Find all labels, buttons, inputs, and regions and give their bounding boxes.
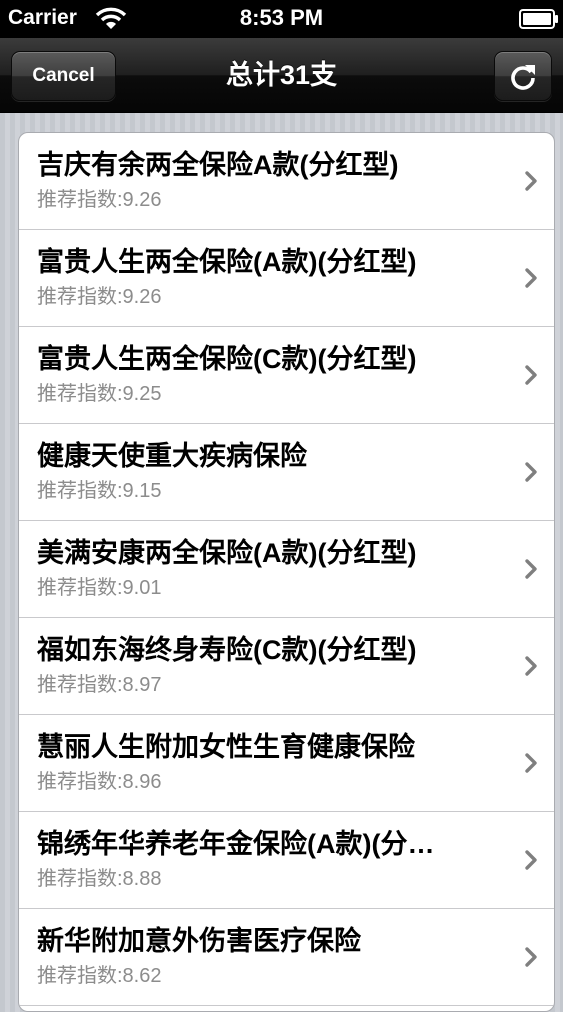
recommendation-index: 推荐指数:8.62 [37, 965, 162, 987]
list-item[interactable]: 新华附加意外伤害医疗保险 推荐指数:8.62 [19, 909, 554, 1006]
insurance-product-list: 吉庆有余两全保险A款(分红型) 推荐指数:9.26 富贵人生两全保险(A款)(分… [18, 132, 555, 1012]
chevron-right-icon [525, 171, 537, 191]
chevron-right-icon [525, 656, 537, 676]
chevron-right-icon [525, 365, 537, 385]
cancel-button[interactable]: Cancel [11, 51, 116, 101]
recommendation-index: 推荐指数:8.97 [37, 674, 162, 696]
list-item[interactable]: 吉庆有余两全保险A款(分红型) 推荐指数:9.26 [19, 133, 554, 230]
chevron-right-icon [525, 947, 537, 967]
chevron-right-icon [525, 268, 537, 288]
chevron-right-icon [525, 753, 537, 773]
battery-icon [519, 9, 559, 29]
list-item[interactable]: 锦绣年华养老年金保险(A款)(分… 推荐指数:8.88 [19, 812, 554, 909]
product-name: 美满安康两全保险(A款)(分红型) [37, 538, 417, 568]
product-name: 新华附加意外伤害医疗保险 [37, 926, 361, 956]
navigation-bar: Cancel 总计31支 [0, 38, 563, 113]
page-title: 总计31支 [225, 60, 338, 90]
product-name: 锦绣年华养老年金保险(A款)(分… [37, 829, 435, 859]
chevron-right-icon [525, 559, 537, 579]
product-name: 吉庆有余两全保险A款(分红型) [37, 150, 399, 180]
list-item[interactable]: 健康天使重大疾病保险 推荐指数:9.15 [19, 424, 554, 521]
recommendation-index: 推荐指数:9.01 [37, 577, 162, 599]
product-name: 福如东海终身寿险(C款)(分红型) [37, 635, 417, 665]
recommendation-index: 推荐指数:8.88 [37, 868, 162, 890]
list-item[interactable]: 美满安康两全保险(A款)(分红型) 推荐指数:9.01 [19, 521, 554, 618]
recommendation-index: 推荐指数:9.26 [37, 189, 162, 211]
refresh-icon [511, 65, 535, 90]
status-bar: Carrier 8:53 PM [0, 0, 563, 38]
list-item[interactable]: 慧丽人生附加女性生育健康保险 推荐指数:8.96 [19, 715, 554, 812]
recommendation-index: 推荐指数:8.96 [37, 771, 162, 793]
list-item[interactable]: 富贵人生两全保险(C款)(分红型) 推荐指数:9.25 [19, 327, 554, 424]
list-item[interactable]: 福如东海终身寿险(C款)(分红型) 推荐指数:8.97 [19, 618, 554, 715]
list-item[interactable]: 富贵人生两全保险(A款)(分红型) 推荐指数:9.26 [19, 230, 554, 327]
chevron-right-icon [525, 462, 537, 482]
recommendation-index: 推荐指数:9.25 [37, 383, 162, 405]
refresh-button[interactable] [494, 51, 552, 101]
recommendation-index: 推荐指数:9.26 [37, 286, 162, 308]
product-name: 慧丽人生附加女性生育健康保险 [37, 732, 415, 762]
status-time: 8:53 PM [239, 5, 324, 30]
recommendation-index: 推荐指数:9.15 [37, 480, 162, 502]
product-name: 富贵人生两全保险(C款)(分红型) [37, 344, 417, 374]
chevron-right-icon [525, 850, 537, 870]
product-name: 富贵人生两全保险(A款)(分红型) [37, 247, 417, 277]
product-name: 健康天使重大疾病保险 [37, 441, 307, 471]
